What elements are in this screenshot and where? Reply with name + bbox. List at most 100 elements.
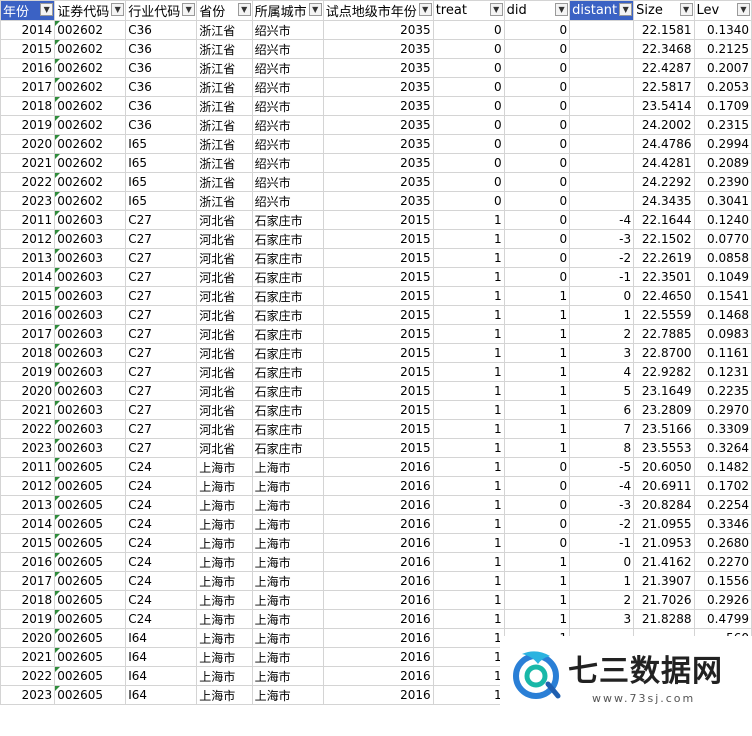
table-cell[interactable]: 002603 — [54, 362, 127, 382]
spreadsheet-grid[interactable]: 年份 ▼ 证券代码 ▼ 行业代码 ▼ 省份 ▼ 所属城市 ▼ 试点地级市年份 ▼ treat ▼ did ▼ d… — [0, 0, 752, 736]
table-cell[interactable]: 2018 — [0, 343, 56, 363]
table-cell[interactable]: 1 — [432, 362, 505, 382]
table-cell[interactable]: 1 — [503, 381, 571, 401]
table-cell[interactable]: 22.4287 — [633, 58, 695, 78]
table-cell[interactable]: 2020 — [0, 134, 56, 154]
table-cell[interactable]: 0.1049 — [693, 267, 752, 287]
table-cell[interactable]: 2013 — [0, 495, 56, 515]
table-cell[interactable]: 0.2053 — [693, 77, 752, 97]
table-cell[interactable]: 2022 — [0, 419, 56, 439]
table-cell[interactable]: 上海市 — [251, 476, 324, 496]
table-cell[interactable]: 2021 — [0, 647, 56, 667]
table-cell[interactable]: 上海市 — [251, 666, 324, 686]
table-cell[interactable]: 2035 — [322, 39, 434, 59]
table-cell[interactable]: 1 — [503, 400, 571, 420]
table-cell[interactable]: 石家庄市 — [251, 381, 324, 401]
table-cell[interactable]: 1 — [503, 324, 571, 344]
table-cell[interactable]: 22.9282 — [633, 362, 695, 382]
table-cell[interactable]: 002605 — [54, 495, 127, 515]
table-cell[interactable]: 2015 — [322, 286, 434, 306]
table-cell[interactable]: 1 — [432, 457, 505, 477]
table-cell[interactable]: 上海市 — [251, 685, 324, 705]
table-cell[interactable]: 石家庄市 — [251, 305, 324, 325]
table-cell[interactable]: 0.1340 — [693, 20, 752, 40]
table-cell[interactable]: 2012 — [0, 476, 56, 496]
table-cell[interactable]: 21.7026 — [633, 590, 695, 610]
table-cell[interactable]: 2015 — [322, 210, 434, 230]
table-cell[interactable]: I65 — [125, 172, 198, 192]
table-cell[interactable]: 002605 — [54, 552, 127, 572]
table-cell[interactable]: 2035 — [322, 191, 434, 211]
table-cell[interactable]: -3 — [569, 229, 635, 249]
table-cell[interactable]: I64 — [125, 685, 198, 705]
table-cell[interactable]: 浙江省 — [196, 134, 253, 154]
table-cell[interactable]: C27 — [125, 248, 198, 268]
table-cell[interactable]: 1 — [432, 324, 505, 344]
table-cell[interactable]: 上海市 — [196, 552, 253, 572]
table-cell[interactable]: C27 — [125, 343, 198, 363]
table-cell[interactable]: 2035 — [322, 134, 434, 154]
table-cell[interactable]: 0.2254 — [693, 495, 752, 515]
table-cell[interactable]: 0.1556 — [693, 571, 752, 591]
table-cell[interactable]: 2016 — [322, 533, 434, 553]
table-cell[interactable]: 石家庄市 — [251, 362, 324, 382]
table-cell[interactable]: 21.4162 — [633, 552, 695, 572]
table-cell[interactable]: 0 — [503, 210, 571, 230]
table-cell[interactable]: 上海市 — [251, 495, 324, 515]
table-cell[interactable]: 0.3309 — [693, 419, 752, 439]
table-cell[interactable]: 0 — [503, 172, 571, 192]
table-cell[interactable]: 23.5414 — [633, 96, 695, 116]
table-cell[interactable]: 2020 — [0, 381, 56, 401]
table-cell[interactable]: 0 — [503, 476, 571, 496]
table-cell[interactable]: 7 — [569, 419, 635, 439]
table-cell[interactable]: 0.2390 — [693, 172, 752, 192]
table-cell[interactable]: 上海市 — [196, 685, 253, 705]
table-cell[interactable]: 24.4786 — [633, 134, 695, 154]
table-cell[interactable]: 0 — [503, 457, 571, 477]
table-cell[interactable]: 0.2680 — [693, 533, 752, 553]
table-cell[interactable] — [569, 191, 635, 211]
table-cell[interactable]: 2035 — [322, 153, 434, 173]
table-cell[interactable]: 2015 — [322, 362, 434, 382]
table-cell[interactable]: 002605 — [54, 457, 127, 477]
table-cell[interactable]: C27 — [125, 362, 198, 382]
table-cell[interactable]: 6 — [569, 400, 635, 420]
table-cell[interactable]: 2015 — [322, 400, 434, 420]
table-cell[interactable]: 上海市 — [196, 476, 253, 496]
table-cell[interactable]: 0.1702 — [693, 476, 752, 496]
filter-dropdown-icon[interactable]: ▼ — [111, 3, 125, 16]
table-cell[interactable]: 上海市 — [196, 514, 253, 534]
column-header[interactable]: 年份 ▼ — [0, 0, 56, 21]
table-cell[interactable]: 2016 — [322, 685, 434, 705]
table-cell[interactable]: 1 — [432, 628, 505, 648]
table-cell[interactable]: 22.1644 — [633, 210, 695, 230]
table-cell[interactable]: C36 — [125, 115, 198, 135]
table-cell[interactable]: 0.2315 — [693, 115, 752, 135]
table-cell[interactable]: 2015 — [322, 229, 434, 249]
table-cell[interactable]: 24.3435 — [633, 191, 695, 211]
table-cell[interactable]: 0.4799 — [693, 609, 752, 629]
column-header[interactable]: did ▼ — [503, 0, 571, 21]
table-cell[interactable]: 002603 — [54, 400, 127, 420]
table-cell[interactable]: 2023 — [0, 438, 56, 458]
table-cell[interactable]: 002603 — [54, 305, 127, 325]
table-cell[interactable]: 23.1649 — [633, 381, 695, 401]
table-cell[interactable]: 002602 — [54, 191, 127, 211]
table-cell[interactable]: 浙江省 — [196, 77, 253, 97]
table-cell[interactable]: 21.0953 — [633, 533, 695, 553]
table-cell[interactable]: 绍兴市 — [251, 115, 324, 135]
table-cell[interactable]: 1 — [432, 381, 505, 401]
table-cell[interactable]: 1 — [432, 248, 505, 268]
table-cell[interactable]: C27 — [125, 400, 198, 420]
table-cell[interactable]: I64 — [125, 666, 198, 686]
filter-dropdown-icon[interactable]: ▼ — [418, 3, 432, 16]
table-cell[interactable]: 河北省 — [196, 419, 253, 439]
table-cell[interactable] — [569, 153, 635, 173]
table-cell[interactable]: 0.2007 — [693, 58, 752, 78]
table-cell[interactable]: 2016 — [322, 495, 434, 515]
table-cell[interactable]: 2015 — [322, 419, 434, 439]
table-cell[interactable]: -4 — [569, 210, 635, 230]
column-header[interactable]: 证券代码 ▼ — [54, 0, 127, 21]
table-cell[interactable]: 1 — [432, 229, 505, 249]
table-cell[interactable]: 2015 — [322, 438, 434, 458]
